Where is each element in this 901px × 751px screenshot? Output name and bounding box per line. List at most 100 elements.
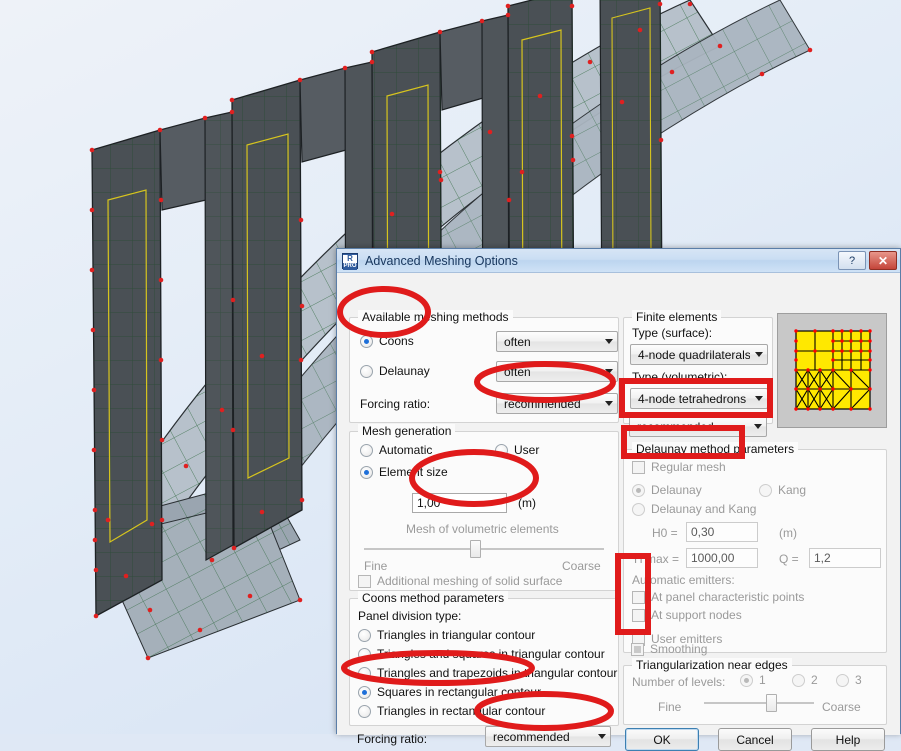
coons-forcing-ratio-combo[interactable]: recommended: [485, 726, 611, 747]
element-size-input[interactable]: 1,00: [412, 493, 507, 513]
slider-thumb[interactable]: [766, 694, 777, 712]
radio-user[interactable]: User: [495, 443, 539, 457]
radio-dot: [358, 648, 371, 661]
advanced-meshing-options-dialog[interactable]: RPRO Advanced Meshing Options ? ✕ Availa…: [336, 248, 901, 734]
radio-coons-dot: [360, 335, 373, 348]
chevron-down-icon: [750, 345, 767, 364]
mesh-generation-legend: Mesh generation: [358, 424, 455, 438]
delaunay-method-parameters-group: Delaunay method parameters Regular mesh …: [623, 449, 887, 653]
radio-label: Delaunay: [651, 483, 702, 497]
radio-triangles-triangular[interactable]: Triangles in triangular contour: [358, 628, 535, 642]
checkbox-box: [632, 609, 645, 622]
ok-button[interactable]: OK: [625, 728, 699, 751]
chevron-down-icon: [750, 389, 767, 408]
right-forcing-ratio-combo[interactable]: recommended: [629, 416, 767, 437]
coons-frequency-combo[interactable]: often: [496, 331, 618, 352]
help-button[interactable]: Help: [811, 728, 885, 751]
chevron-down-icon: [749, 417, 766, 436]
radio-dot: [632, 503, 645, 516]
cancel-button[interactable]: Cancel: [718, 728, 792, 751]
mesh-preview-thumbnail: [777, 313, 887, 428]
radio-dot: [358, 667, 371, 680]
radio-triangles-trapezoids-triangular[interactable]: Triangles and trapezoids in triangular c…: [358, 666, 617, 680]
volumetric-mesh-slider[interactable]: [364, 540, 604, 558]
coons-frequency-value: often: [497, 335, 600, 349]
chevron-down-icon: [600, 394, 617, 413]
radio-label: Squares in rectangular contour: [377, 685, 541, 699]
radio-label: 1: [759, 673, 766, 687]
radio-triangles-rectangular[interactable]: Triangles in rectangular contour: [358, 704, 545, 718]
emitter-support-nodes-checkbox[interactable]: At support nodes: [632, 608, 742, 622]
radio-level-1[interactable]: 1: [740, 673, 766, 687]
close-icon[interactable]: ✕: [869, 251, 897, 270]
triangularization-coarse-label: Coarse: [822, 700, 861, 714]
triangularization-group: Triangularization near edges Number of l…: [623, 665, 887, 725]
radio-dot: [740, 674, 753, 687]
radio-automatic-label: Automatic: [379, 443, 432, 457]
type-surface-label: Type (surface):: [632, 326, 712, 340]
radio-label: Triangles in triangular contour: [377, 628, 535, 642]
radio-element-size[interactable]: Element size: [360, 465, 448, 479]
radio-dot: [836, 674, 849, 687]
h0-input[interactable]: 0,30: [686, 522, 758, 542]
regular-mesh-label: Regular mesh: [651, 460, 726, 474]
help-titlebar-button[interactable]: ?: [838, 251, 866, 270]
radio-level-2[interactable]: 2: [792, 673, 818, 687]
radio-element-size-dot: [360, 466, 373, 479]
radio-level-3[interactable]: 3: [836, 673, 862, 687]
available-meshing-methods-group: Available meshing methods Coons often De…: [349, 317, 619, 423]
hmax-label: H max =: [634, 552, 679, 566]
dialog-titlebar[interactable]: RPRO Advanced Meshing Options ? ✕: [337, 249, 900, 273]
radio-dot: [792, 674, 805, 687]
radio-delaunay-label: Delaunay: [379, 364, 430, 378]
additional-solid-surface-checkbox[interactable]: Additional meshing of solid surface: [358, 574, 562, 588]
chevron-down-icon: [600, 362, 617, 381]
smoothing-checkbox[interactable]: Smoothing: [631, 642, 707, 656]
radio-delaunay-dot: [360, 365, 373, 378]
radio-label: Triangles in rectangular contour: [377, 704, 545, 718]
left-forcing-ratio-combo[interactable]: recommended: [496, 393, 618, 414]
coons-method-parameters-group: Coons method parameters Panel division t…: [349, 598, 619, 726]
radio-label: 2: [811, 673, 818, 687]
slider-track: [364, 548, 604, 550]
dialog-body: Available meshing methods Coons often De…: [337, 273, 900, 735]
emitter-support-nodes-label: At support nodes: [651, 608, 742, 622]
slider-thumb[interactable]: [470, 540, 481, 558]
number-of-levels-label: Number of levels:: [632, 675, 725, 689]
triangularization-slider[interactable]: [704, 694, 814, 712]
type-volumetric-combo[interactable]: 4-node tetrahedrons: [630, 388, 768, 409]
triangularization-legend: Triangularization near edges: [632, 658, 792, 672]
volumetric-mesh-label: Mesh of volumetric elements: [406, 522, 559, 536]
radio-element-size-label: Element size: [379, 465, 448, 479]
emitter-panel-points-checkbox[interactable]: At panel characteristic points: [632, 590, 804, 604]
h0-unit: (m): [779, 526, 797, 540]
additional-solid-surface-label: Additional meshing of solid surface: [377, 574, 562, 588]
chevron-down-icon: [593, 727, 610, 746]
radio-dot: [358, 629, 371, 642]
radio-delaunay-and-kang[interactable]: Delaunay and Kang: [632, 502, 756, 516]
radio-dot: [358, 705, 371, 718]
type-surface-combo[interactable]: 4-node quadrilaterals: [630, 344, 768, 365]
q-input[interactable]: 1,2: [809, 548, 881, 568]
regular-mesh-checkbox[interactable]: Regular mesh: [632, 460, 726, 474]
chevron-down-icon: [600, 332, 617, 351]
panel-division-type-label: Panel division type:: [358, 609, 461, 623]
mesh-preview-svg: [778, 314, 886, 427]
automatic-emitters-label: Automatic emitters:: [632, 573, 735, 587]
radio-triangles-squares-triangular[interactable]: Triangles and squares in triangular cont…: [358, 647, 605, 661]
radio-kang[interactable]: Kang: [759, 483, 806, 497]
radio-user-dot: [495, 444, 508, 457]
delaunay-frequency-value: often: [497, 365, 600, 379]
element-size-unit: (m): [518, 496, 536, 510]
hmax-input[interactable]: 1000,00: [686, 548, 758, 568]
emitter-panel-points-label: At panel characteristic points: [651, 590, 804, 604]
radio-squares-rectangular[interactable]: Squares in rectangular contour: [358, 685, 541, 699]
delaunay-frequency-combo[interactable]: often: [496, 361, 618, 382]
radio-delaunay[interactable]: Delaunay: [360, 364, 430, 378]
radio-label: Triangles and trapezoids in triangular c…: [377, 666, 617, 680]
radio-automatic[interactable]: Automatic: [360, 443, 432, 457]
coons-params-legend: Coons method parameters: [358, 591, 508, 605]
left-forcing-ratio-value: recommended: [497, 397, 600, 411]
radio-coons[interactable]: Coons: [360, 334, 414, 348]
radio-delaunay-method[interactable]: Delaunay: [632, 483, 702, 497]
